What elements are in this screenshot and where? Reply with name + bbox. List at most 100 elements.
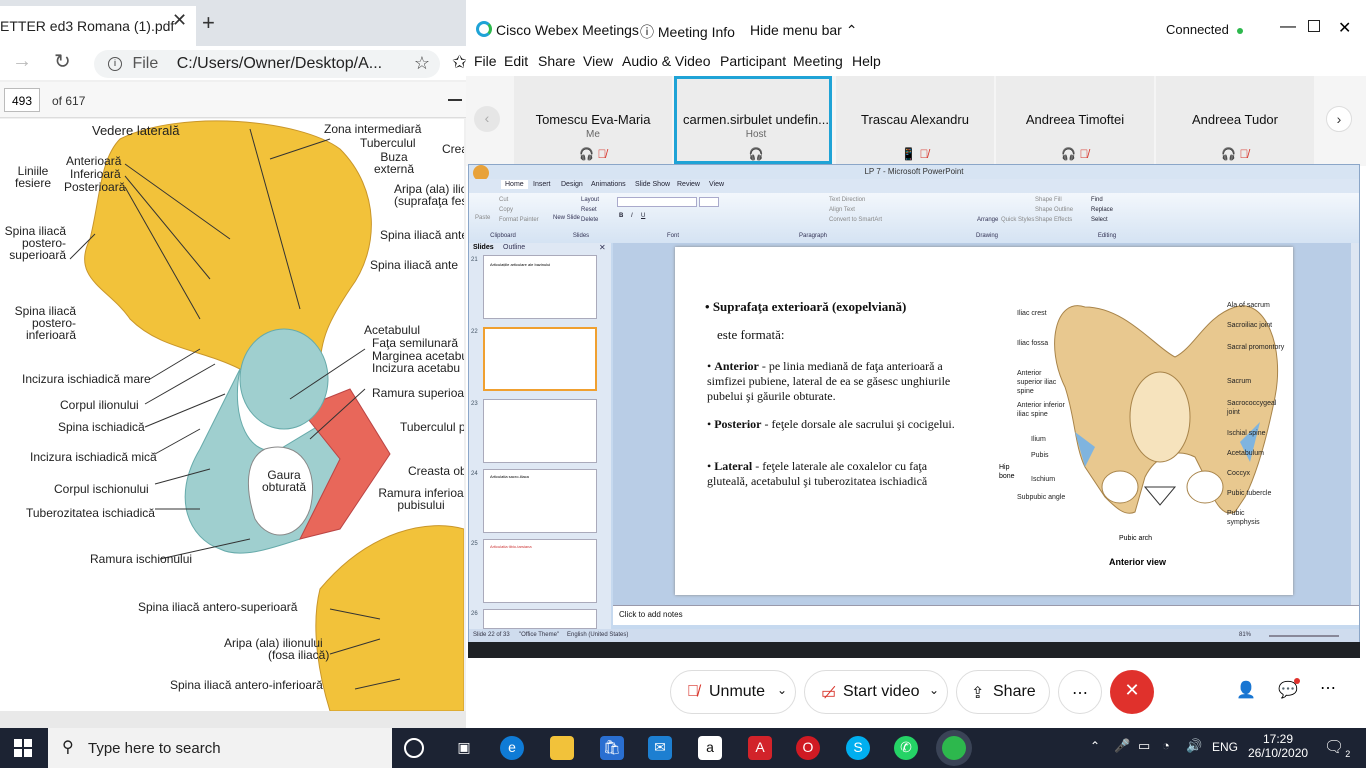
scroll-left-icon[interactable]: ‹ (474, 106, 500, 132)
font-name-select[interactable] (617, 197, 697, 207)
chat-icon[interactable]: 💬 (1278, 678, 1300, 700)
ribbon-tab-design[interactable]: Design (561, 181, 583, 188)
battery-icon[interactable]: ▭ (1138, 738, 1150, 754)
ribbon-tab-review[interactable]: Review (677, 181, 700, 188)
meeting-info-button[interactable]: ⓘ Meeting Info (640, 22, 735, 42)
copy-button[interactable]: Copy (499, 207, 513, 213)
slide-thumbnail[interactable] (483, 399, 597, 463)
pane-tab-slides[interactable]: Slides (473, 244, 494, 251)
arrange-button[interactable]: Arrange (977, 217, 998, 223)
notes-pane[interactable]: Click to add notes (613, 605, 1359, 625)
slide-thumbnail[interactable]: Articulațiile articulare ale bazinului (483, 255, 597, 319)
ribbon-tab-slideshow[interactable]: Slide Show (635, 181, 670, 188)
scroll-right-icon[interactable]: › (1326, 106, 1352, 132)
find-button[interactable]: Find (1091, 197, 1103, 203)
edge-browser-icon[interactable]: e (500, 736, 524, 760)
pane-tab-outline[interactable]: Outline (503, 244, 525, 251)
menu-help[interactable]: Help (852, 53, 881, 69)
bold-button[interactable]: B (619, 213, 623, 219)
align-text-button[interactable]: Align Text (829, 207, 855, 213)
start-video-button[interactable]: ▭̸ Start video ⌄ (804, 670, 948, 714)
language-indicator[interactable]: ENG (1212, 740, 1238, 754)
menu-file[interactable]: File (474, 53, 497, 69)
show-hidden-icons[interactable]: ⌃ (1090, 739, 1100, 753)
menu-audio-video[interactable]: Audio & Video (622, 53, 710, 69)
clock[interactable]: 17:29 26/10/2020 (1248, 732, 1308, 760)
refresh-icon[interactable]: ↻ (54, 49, 71, 74)
volume-icon[interactable]: 🔊 (1186, 738, 1202, 754)
more-panels-icon[interactable]: ⋯ (1320, 678, 1336, 698)
quick-styles-button[interactable]: Quick Styles (1001, 217, 1034, 223)
microphone-icon[interactable]: 🎤 (1114, 738, 1130, 754)
end-meeting-button[interactable]: ✕ (1110, 670, 1154, 714)
zoom-out-icon[interactable] (448, 99, 462, 101)
windows-start-icon[interactable] (14, 739, 32, 757)
share-button[interactable]: ⇪ Share (956, 670, 1050, 714)
network-icon[interactable]: ◔ (1162, 738, 1170, 753)
opera-icon[interactable]: O (796, 736, 820, 760)
replace-button[interactable]: Replace (1091, 207, 1113, 213)
maximize-icon[interactable] (1308, 20, 1320, 32)
acrobat-icon[interactable]: A (748, 736, 772, 760)
more-options-button[interactable]: ⋯ (1058, 670, 1102, 714)
menu-view[interactable]: View (583, 53, 613, 69)
new-slide-button[interactable]: New Slide (553, 215, 580, 221)
italic-button[interactable]: I (631, 213, 633, 219)
forward-icon[interactable]: → (12, 50, 32, 73)
format-painter-button[interactable]: Format Painter (499, 217, 539, 223)
amazon-icon[interactable]: a (698, 736, 722, 760)
shape-fill-button[interactable]: Shape Fill (1035, 197, 1062, 203)
whatsapp-icon[interactable]: ✆ (894, 736, 918, 760)
cut-button[interactable]: Cut (499, 197, 508, 203)
participant-card[interactable]: Andreea Tudor 🎧 🎙̸ (1156, 76, 1314, 164)
vertical-scrollbar[interactable] (1351, 243, 1359, 605)
reset-button[interactable]: Reset (581, 207, 597, 213)
unmute-button[interactable]: 🎙̸ Unmute ⌄ (670, 670, 796, 714)
select-button[interactable]: Select (1091, 217, 1108, 223)
shape-effects-button[interactable]: Shape Effects (1035, 217, 1072, 223)
ribbon-tab-animations[interactable]: Animations (591, 181, 626, 188)
ribbon-tab-home[interactable]: Home (501, 180, 528, 189)
ribbon-tab-view[interactable]: View (709, 181, 724, 188)
slide-thumbnail[interactable] (483, 609, 597, 629)
browser-tab[interactable]: ETTER ed3 Romana (1).pdf (0, 6, 196, 46)
hide-menu-bar-button[interactable]: Hide menu bar ⌃ (750, 22, 857, 39)
slide-thumbnail[interactable]: Articulatia sacro-iliaca (483, 469, 597, 533)
address-field[interactable]: i File C:/Users/Owner/Desktop/A... ☆ (94, 50, 440, 78)
zoom-slider[interactable] (1269, 635, 1339, 637)
text-direction-button[interactable]: Text Direction (829, 197, 865, 203)
menu-edit[interactable]: Edit (504, 53, 528, 69)
paste-button[interactable]: Paste (475, 215, 490, 221)
delete-button[interactable]: Delete (581, 217, 598, 223)
layout-button[interactable]: Layout (581, 197, 599, 203)
menu-meeting[interactable]: Meeting (793, 53, 843, 69)
close-pane-icon[interactable]: ✕ (599, 243, 606, 252)
participant-card[interactable]: Tomescu Eva-Maria Me 🎧 🎙̸ (514, 76, 672, 164)
file-explorer-icon[interactable] (550, 736, 574, 760)
status-zoom[interactable]: 81% (1239, 632, 1251, 638)
convert-smartart-button[interactable]: Convert to SmartArt (829, 217, 882, 223)
participants-icon[interactable]: 👤 (1236, 680, 1256, 700)
participant-card-active-speaker[interactable]: carmen.sirbulet undefin... Host 🎧 (674, 76, 832, 164)
slide-thumbnail[interactable]: Articulatia tibio-tarsiana (483, 539, 597, 603)
menu-participant[interactable]: Participant (720, 53, 786, 69)
extension-icon[interactable]: ✩ (452, 52, 467, 73)
close-window-icon[interactable]: ✕ (1338, 18, 1351, 38)
action-center-icon[interactable]: 🗨 2 (1324, 737, 1350, 759)
horizontal-scrollbar[interactable] (0, 711, 466, 728)
favorite-star-icon[interactable]: ☆ (414, 53, 430, 74)
task-view-icon[interactable]: ▣ (452, 736, 476, 760)
cortana-icon[interactable] (404, 738, 424, 758)
minimize-icon[interactable]: — (1280, 18, 1296, 36)
shape-outline-button[interactable]: Shape Outline (1035, 207, 1073, 213)
menu-share[interactable]: Share (538, 53, 575, 69)
font-size-select[interactable] (699, 197, 719, 207)
page-number-input[interactable]: 493 (4, 88, 40, 112)
underline-button[interactable]: U (641, 213, 645, 219)
store-icon[interactable]: 🛍 (600, 736, 624, 760)
webex-taskbar-icon[interactable] (942, 736, 966, 760)
skype-icon[interactable]: S (846, 736, 870, 760)
ribbon-tab-insert[interactable]: Insert (533, 181, 551, 188)
slide-thumbnail-selected[interactable] (483, 327, 597, 391)
participant-card[interactable]: Andreea Timoftei 🎧 🎙̸ (996, 76, 1154, 164)
